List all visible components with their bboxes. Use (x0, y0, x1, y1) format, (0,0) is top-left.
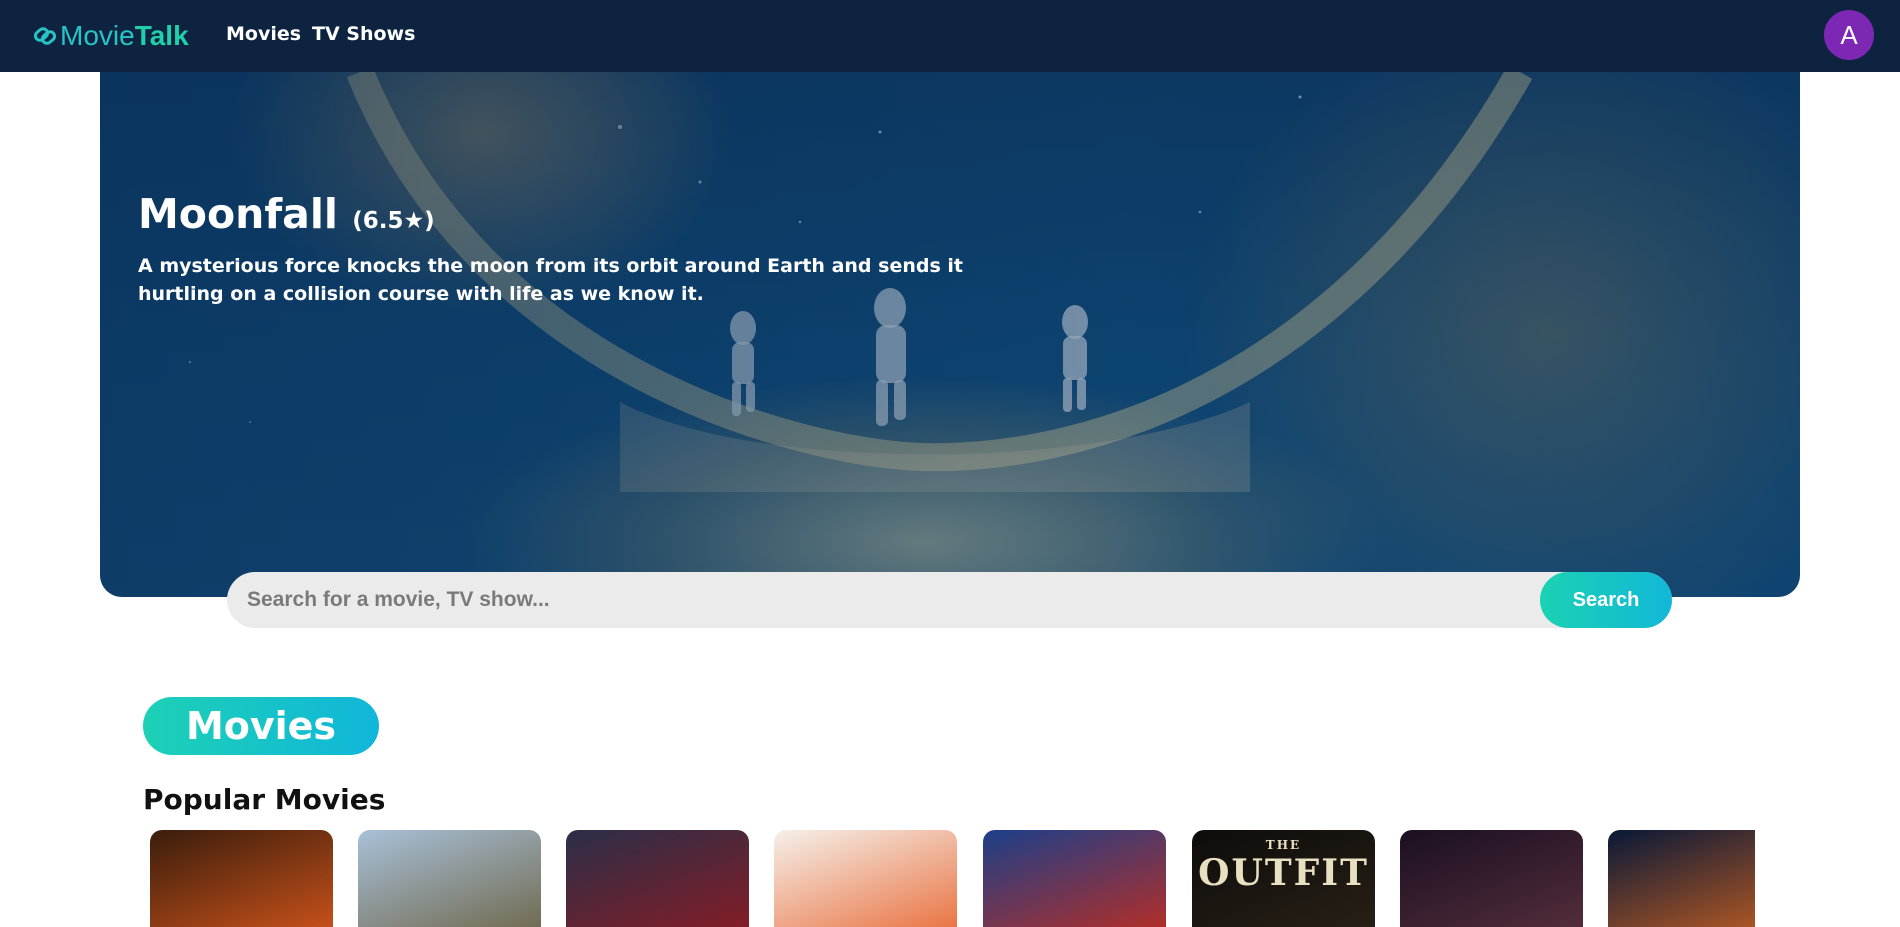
popular-movies-row: THE OUTFIT (150, 830, 1755, 927)
poster-title-top: THE (1265, 838, 1302, 852)
poster-7[interactable] (1400, 830, 1583, 927)
nav-tv-shows[interactable]: TV Shows (312, 23, 415, 45)
hero-title-text: Moonfall (138, 190, 338, 238)
search-bar: Search (227, 572, 1672, 628)
poster-3[interactable] (566, 830, 749, 927)
hero-description: A mysterious force knocks the moon from … (138, 255, 963, 305)
poster-4[interactable] (774, 830, 957, 927)
poster-1[interactable] (150, 830, 333, 927)
logo-text-movie: Movie (60, 20, 135, 51)
hero-rating: (6.5★) (352, 208, 435, 234)
logo[interactable]: Movie Talk (32, 19, 189, 53)
poster-2[interactable] (358, 830, 541, 927)
row-title-popular-movies: Popular Movies (143, 783, 386, 816)
section-toggle-movies[interactable]: Movies (143, 697, 379, 755)
search-button[interactable]: Search (1540, 572, 1672, 628)
poster-6[interactable]: THE OUTFIT (1192, 830, 1375, 927)
hero-banner[interactable]: Moonfall (6.5★) A mysterious force knock… (100, 72, 1800, 597)
poster-8[interactable] (1608, 830, 1755, 927)
hero-overlay (100, 72, 1800, 597)
logo-text-talk: Talk (134, 20, 189, 51)
top-navbar: Movie Talk Movies TV Shows A (0, 0, 1900, 72)
link-logo-icon (33, 27, 57, 45)
nav-movies[interactable]: Movies (226, 23, 301, 45)
hero-title: Moonfall (6.5★) (138, 190, 435, 238)
search-input[interactable] (227, 572, 1527, 628)
user-avatar[interactable]: A (1824, 10, 1874, 60)
poster-5[interactable] (983, 830, 1166, 927)
poster-title: OUTFIT (1198, 852, 1369, 894)
